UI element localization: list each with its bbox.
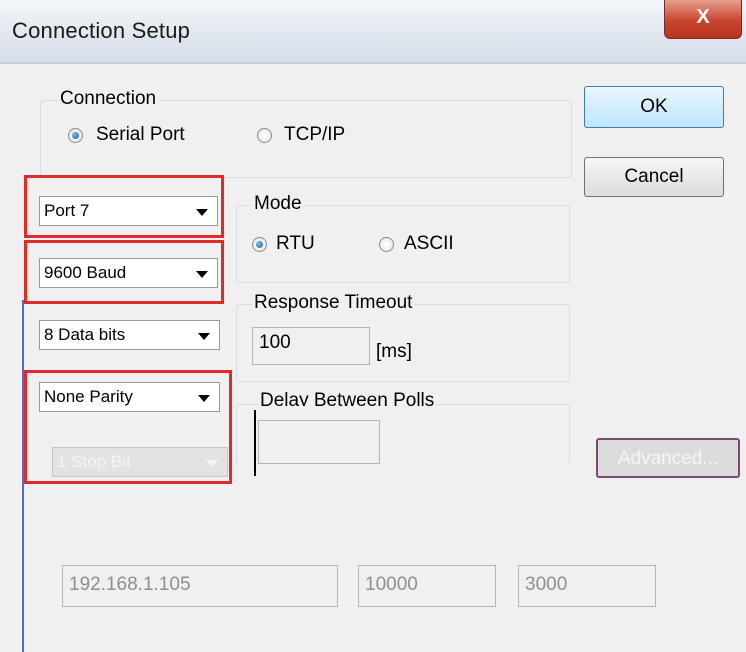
cancel-button[interactable]: Cancel [584,157,724,197]
ip-address-value: 192.168.1.105 [69,574,191,595]
ok-button[interactable]: OK [584,86,724,128]
tcp-port-value: 10000 [365,574,418,595]
response-timeout-input[interactable]: 100 [252,327,370,365]
port-highlight [24,175,224,238]
close-button[interactable]: X [664,0,742,39]
window-title: Connection Setup [12,18,191,43]
delay-between-polls-input[interactable] [258,420,380,464]
delay-between-polls-label: Delay Between Polls [258,390,437,406]
response-timeout-unit: [ms] [376,341,412,362]
tcp-timeout-value: 3000 [525,574,568,595]
left-edge-line [22,300,24,652]
ascii-radio[interactable] [379,237,394,252]
rtu-radio[interactable] [252,237,267,252]
tcpip-radio[interactable] [257,128,272,143]
rtu-label[interactable]: RTU [276,233,315,255]
serial-port-radio[interactable] [68,128,83,143]
tcp-timeout-input[interactable]: 3000 [518,565,656,607]
response-timeout-value: 100 [259,332,291,353]
title-separator [0,62,746,64]
data-bits-select[interactable]: 8 Data bits [39,320,220,350]
serial-port-label[interactable]: Serial Port [96,124,185,146]
response-timeout-label: Response Timeout [252,292,415,314]
tcp-port-input[interactable]: 10000 [358,565,496,607]
ascii-label[interactable]: ASCII [404,233,454,255]
data-bits-value: 8 Data bits [44,325,126,344]
ip-address-input[interactable]: 192.168.1.105 [62,565,338,607]
baud-highlight [24,240,224,304]
advanced-button[interactable]: Advanced... [596,438,740,478]
chevron-down-icon [198,333,210,340]
connection-group-label: Connection [58,88,159,110]
parity-highlight [24,370,232,484]
mode-group-label: Mode [252,193,304,215]
render-artifact-line [254,410,256,476]
tcpip-label[interactable]: TCP/IP [284,124,345,146]
